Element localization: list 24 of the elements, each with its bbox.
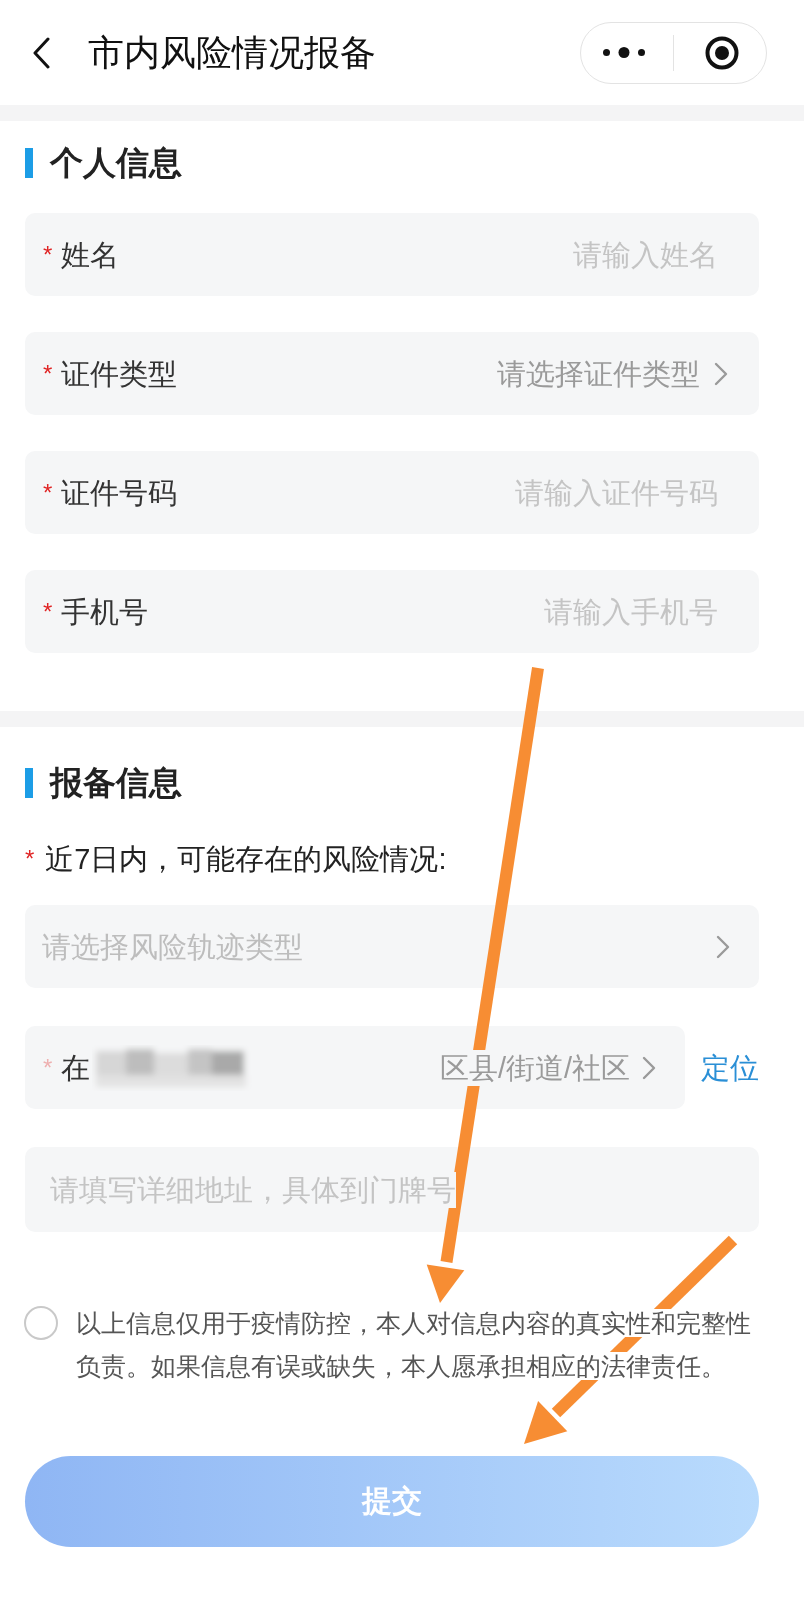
select-field[interactable]: * 在 区县/街道/社区	[25, 1026, 685, 1109]
select-field[interactable]: * 证件类型 请选择证件类型	[25, 332, 759, 415]
agreement-text: 以上信息仅用于疫情防控，本人对信息内容的真实性和完整性负责。如果信息有误或缺失，本人愿承担相应的法律责任。	[76, 1308, 752, 1382]
placeholder-text: 区县/街道/社区	[439, 1049, 630, 1086]
checkbox[interactable]	[24, 1306, 58, 1340]
target-icon[interactable]	[705, 35, 739, 70]
page-title: 市内风险情况报备	[88, 31, 376, 74]
required-mark: *	[25, 847, 35, 871]
section-marker-icon	[25, 147, 33, 178]
back-icon[interactable]	[32, 36, 50, 69]
locate-link[interactable]: 定位	[701, 1049, 759, 1086]
question-text: 近7日内，可能存在的风险情况:	[45, 843, 447, 875]
section-marker-icon	[25, 767, 33, 798]
chevron-right-icon	[714, 361, 728, 386]
required-mark: *	[43, 599, 53, 624]
required-mark: *	[43, 1055, 53, 1080]
section-title: 报备信息	[50, 766, 182, 799]
section-title: 个人信息	[50, 146, 182, 179]
chevron-right-icon	[642, 1055, 656, 1080]
required-mark: *	[43, 242, 53, 267]
required-mark: *	[43, 361, 53, 386]
more-icon[interactable]	[603, 47, 645, 58]
chevron-right-icon	[716, 934, 730, 959]
required-mark: *	[43, 480, 53, 505]
